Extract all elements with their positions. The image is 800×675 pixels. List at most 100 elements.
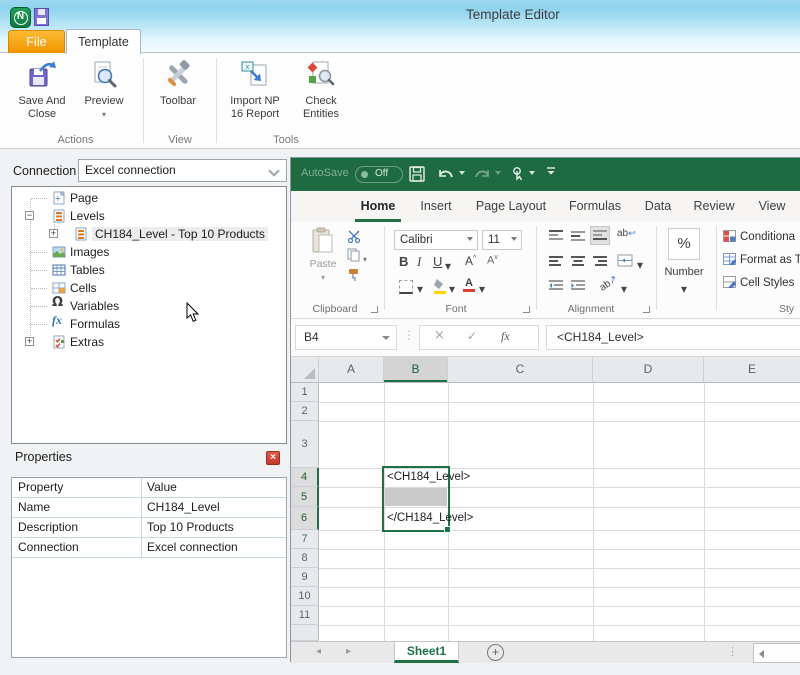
row-header-2[interactable]: 2 [291,402,319,421]
column-header-E[interactable]: E [704,357,800,382]
tab-formulas[interactable]: Formulas [563,191,627,222]
tree-item-variables[interactable]: Variables [70,297,119,315]
touch-mode-dropdown-icon[interactable] [529,171,535,175]
close-properties-icon[interactable]: × [266,451,280,465]
format-painter-icon[interactable] [347,268,361,285]
prev-sheet-icon[interactable]: ◂ [316,646,321,657]
tab-view[interactable]: View [752,191,792,222]
autosave-toggle[interactable]: Off [355,166,403,183]
increase-indent-button[interactable] [571,280,585,295]
toolbar-button[interactable]: Toolbar [150,57,206,108]
redo-icon[interactable] [473,166,491,187]
bold-button[interactable]: B [399,254,408,269]
column-header-B[interactable]: B [384,357,448,382]
tree-item-tables[interactable]: Tables [70,261,105,279]
tab-page-layout[interactable]: Page Layout [471,191,551,222]
align-middle-button[interactable] [571,230,585,245]
name-box[interactable]: B4 [295,325,397,350]
merge-dropdown-icon[interactable]: ▾ [637,258,643,272]
new-sheet-icon[interactable]: + [487,644,504,661]
select-all-corner[interactable] [291,357,319,382]
font-size-select[interactable]: 11 [482,230,522,250]
tree-item-page[interactable]: Page [70,189,98,207]
row-header-8[interactable]: 8 [291,549,319,568]
tab-template[interactable]: Template [66,29,141,54]
underline-button[interactable]: U [433,254,442,269]
preview-button[interactable]: Preview ▾ [78,57,130,121]
grow-font-button[interactable]: A^ [465,254,476,268]
row-header-7[interactable]: 7 [291,530,319,549]
preview-dropdown-arrow[interactable]: ▾ [78,108,130,121]
clipboard-dialog-launcher[interactable] [371,306,378,313]
check-entities-button[interactable]: Check Entities [292,57,350,121]
touch-mode-icon[interactable] [509,166,525,187]
row-header-1[interactable]: 1 [291,383,319,402]
tree-item-extras[interactable]: Extras [70,333,104,351]
undo-dropdown-icon[interactable] [459,171,465,175]
tree-item-images[interactable]: Images [70,243,109,261]
tree-item-formulas[interactable]: Formulas [70,315,120,333]
tree-item-levels[interactable]: Levels [70,207,105,225]
align-center-button[interactable] [571,256,585,271]
fill-color-dropdown-icon[interactable]: ▾ [449,282,455,296]
formula-input[interactable]: <CH184_Level> [546,325,800,350]
paste-dropdown-icon[interactable]: ▾ [303,271,343,284]
save-and-close-button[interactable]: Save And Close [12,57,72,121]
column-header-D[interactable]: D [593,357,704,382]
column-header-A[interactable]: A [319,357,384,382]
collapse-box[interactable]: − [25,211,34,220]
tab-insert[interactable]: Insert [415,191,457,222]
number-format-select[interactable]: Number [657,266,711,278]
horizontal-scrollbar[interactable] [753,643,800,663]
tab-review[interactable]: Review [688,191,740,222]
italic-button[interactable]: I [417,254,421,270]
merge-center-button[interactable] [617,254,633,270]
tab-file[interactable]: File [8,30,65,53]
borders-button[interactable] [399,280,413,294]
wrap-text-button[interactable]: ab↩ [617,228,636,239]
import-np16-button[interactable]: x Import NP 16 Report [224,57,286,121]
number-dropdown-icon[interactable]: ▾ [681,282,687,296]
customize-qat-icon[interactable] [545,164,557,183]
expand-box[interactable]: + [25,337,34,346]
cut-icon[interactable] [347,230,361,246]
spreadsheet-grid[interactable]: 1234567891011 <CH184_Level> </CH184_Leve… [291,383,800,641]
tab-home[interactable]: Home [355,191,401,222]
borders-dropdown-icon[interactable]: ▾ [417,282,423,296]
redo-dropdown-icon[interactable] [495,171,501,175]
format-as-table-button[interactable]: Format as T [723,253,800,266]
row-header-5[interactable]: 5 [291,487,319,507]
underline-dropdown-icon[interactable]: ▾ [445,259,451,273]
row-header-partial[interactable] [291,625,319,641]
percent-style-button[interactable]: % [668,228,700,260]
expand-box[interactable]: + [49,229,58,238]
sheet-tab-sheet1[interactable]: Sheet1 [394,642,459,663]
conditional-formatting-button[interactable]: Conditiona [723,230,795,243]
font-dialog-launcher[interactable] [523,306,530,313]
next-sheet-icon[interactable]: ▸ [346,646,351,657]
tab-data[interactable]: Data [639,191,677,222]
paste-button[interactable]: Paste ▾ [303,226,343,284]
tree-item-ch184-level[interactable]: CH184_Level - Top 10 Products [92,225,268,243]
decrease-indent-button[interactable] [549,280,563,295]
font-color-button[interactable]: A [463,278,475,292]
align-left-button[interactable] [549,256,563,271]
copy-icon[interactable]: ▾ [347,248,367,265]
row-header-10[interactable]: 10 [291,587,319,606]
column-header-C[interactable]: C [448,357,593,382]
align-top-button[interactable] [549,230,563,245]
tree-item-cells[interactable]: Cells [70,279,97,297]
fill-color-button[interactable] [433,278,447,297]
align-bottom-button[interactable] [593,230,607,245]
undo-icon[interactable] [437,166,455,187]
cancel-icon[interactable]: × [434,328,445,343]
excel-save-icon[interactable] [409,166,425,187]
enter-icon[interactable]: ✓ [467,329,477,343]
cell-b6[interactable]: </CH184_Level> [387,507,473,530]
row-header-9[interactable]: 9 [291,568,319,587]
row-header-11[interactable]: 11 [291,606,319,625]
cell-b4[interactable]: <CH184_Level> [387,468,470,487]
quick-save-icon[interactable] [34,8,49,26]
row-header-6[interactable]: 6 [291,507,319,530]
connection-select[interactable]: Excel connection [78,159,287,182]
